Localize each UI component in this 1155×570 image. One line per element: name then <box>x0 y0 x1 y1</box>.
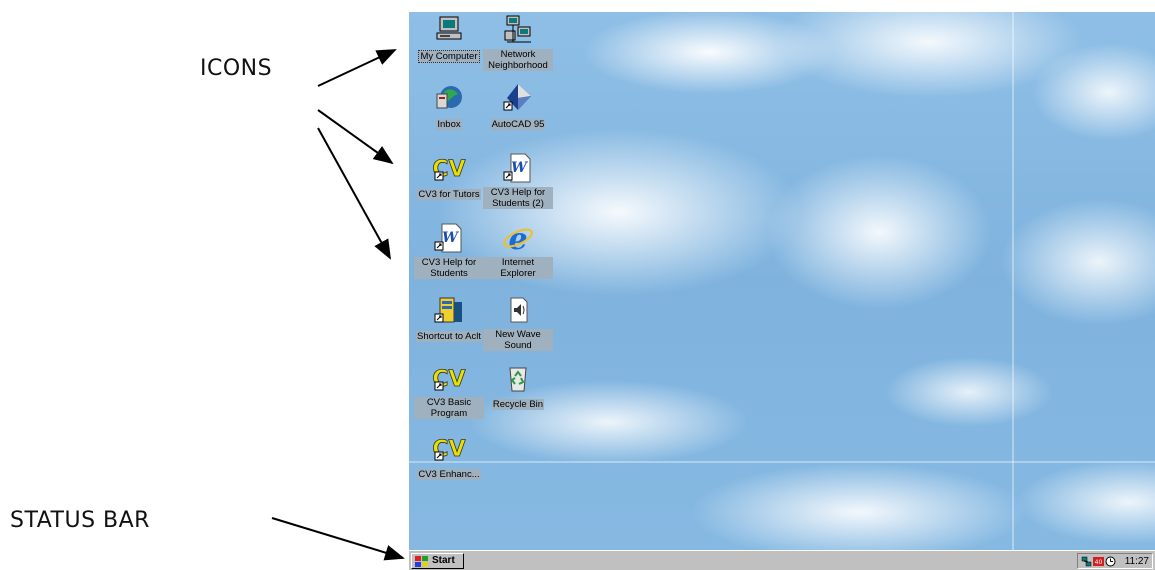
icon-label: AutoCAD 95 <box>490 119 546 130</box>
aclt-icon <box>432 294 466 326</box>
desktop-icon-recycle-bin[interactable]: Recycle Bin <box>483 362 553 412</box>
start-button[interactable]: Start <box>411 553 464 569</box>
taskbar: Start 40 11:27 <box>409 550 1155 570</box>
desktop-icon-my-computer[interactable]: My Computer <box>414 14 484 64</box>
desktop-icon-network-neighborhood[interactable]: Network Neighborhood <box>483 14 553 73</box>
wallpaper-tile-seam <box>1012 12 1014 550</box>
status-bar-annotation-label: STATUS BAR <box>10 508 150 533</box>
icon-label: New Wave Sound <box>483 329 553 351</box>
icons-annotation-label: ICONS <box>200 56 273 81</box>
arrow-to-status-bar <box>271 517 405 561</box>
desktop-icon-autocad-95[interactable]: AutoCAD 95 <box>483 82 553 132</box>
cv-icon: CV <box>432 432 466 464</box>
desktop-icon-cv3-help-for-students[interactable]: W CV3 Help for Students <box>414 222 484 281</box>
clock[interactable]: 11:27 <box>1125 555 1149 568</box>
desktop-icon-new-wave-sound[interactable]: New Wave Sound <box>483 294 553 353</box>
network-tray-icon[interactable] <box>1081 556 1092 567</box>
recycle-bin-icon <box>501 362 535 394</box>
word-doc-icon: W <box>501 152 535 184</box>
word-doc-icon: W <box>432 222 466 254</box>
inbox-icon <box>432 82 466 114</box>
arrow-to-icons-3 <box>317 127 391 260</box>
icon-label: CV3 Help for Students <box>414 257 484 279</box>
icon-label: Internet Explorer <box>483 257 553 279</box>
arrow-to-icons-1 <box>317 49 397 87</box>
cv-icon: CV <box>432 362 466 394</box>
arrow-to-icons-2 <box>317 109 394 165</box>
network-icon <box>501 14 535 46</box>
icon-label: My Computer <box>418 50 480 63</box>
icon-label: CV3 Basic Program <box>414 397 484 419</box>
wallpaper-tile-seam <box>409 461 1155 463</box>
cv-icon: CV <box>432 152 466 184</box>
desktop-icon-cv3-for-tutors[interactable]: CV CV3 for Tutors <box>414 152 484 202</box>
autocad-icon <box>501 82 535 114</box>
icon-label: Recycle Bin <box>491 399 545 410</box>
desktop-icon-inbox[interactable]: Inbox <box>414 82 484 132</box>
desktop-icon-cv3-basic-program[interactable]: CV CV3 Basic Program <box>414 362 484 421</box>
clock-tray-icon[interactable] <box>1105 556 1116 567</box>
volume-tray-icon[interactable]: 40 <box>1093 556 1104 567</box>
computer-icon <box>432 14 466 46</box>
desktop[interactable]: My Computer Inbox CV CV3 for Tutors W CV… <box>409 12 1155 550</box>
sound-file-icon <box>501 294 535 326</box>
svg-text:W: W <box>511 160 528 176</box>
icon-label: CV3 Enhanc... <box>417 469 481 480</box>
desktop-icon-shortcut-to-aclt[interactable]: Shortcut to Aclt <box>414 294 484 344</box>
start-label: Start <box>432 555 455 566</box>
desktop-icon-cv3-help-for-students-2[interactable]: W CV3 Help for Students (2) <box>483 152 553 211</box>
svg-text:e: e <box>508 222 527 254</box>
icon-label: Inbox <box>436 119 462 130</box>
system-tray: 40 11:27 <box>1077 553 1153 569</box>
desktop-icon-internet-explorer[interactable]: e Internet Explorer <box>483 222 553 281</box>
internet-explorer-icon: e <box>501 222 535 254</box>
windows-logo-icon <box>415 556 428 567</box>
icon-label: CV3 Help for Students (2) <box>483 187 553 209</box>
desktop-icon-cv3-enhanc[interactable]: CV CV3 Enhanc... <box>414 432 484 482</box>
icon-label: CV3 for Tutors <box>417 189 481 200</box>
svg-text:40: 40 <box>1095 559 1103 566</box>
icon-label: Network Neighborhood <box>483 49 553 71</box>
icon-label: Shortcut to Aclt <box>416 331 482 342</box>
svg-text:W: W <box>442 230 459 246</box>
